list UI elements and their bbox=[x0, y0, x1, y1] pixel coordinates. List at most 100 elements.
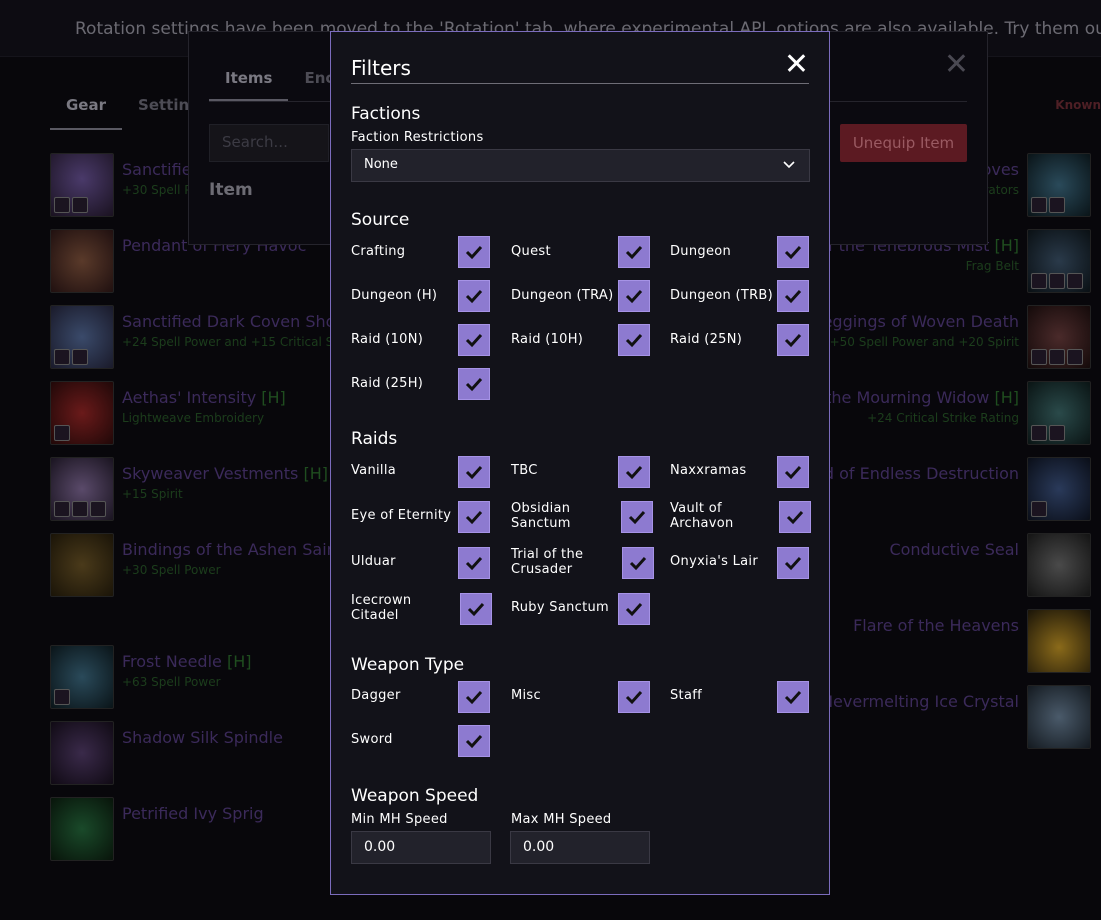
faction-restrictions-select[interactable]: None bbox=[351, 149, 810, 182]
item-name[interactable]: Shadow Silk Spindle bbox=[122, 728, 283, 747]
source-raid-25n[interactable]: Raid (25N) bbox=[670, 332, 742, 347]
gear-slot-chest[interactable]: Skyweaver Vestments [H] +15 Spirit bbox=[50, 457, 328, 521]
close-icon[interactable]: ✕ bbox=[784, 50, 809, 80]
source-dungeon-h-checkbox[interactable] bbox=[458, 280, 490, 312]
raid-icecrown-citadel[interactable]: Icecrown Citadel bbox=[351, 593, 436, 623]
item-name[interactable]: Leggings of Woven Death bbox=[814, 312, 1019, 331]
item-name[interactable]: Skyweaver Vestments [H] bbox=[122, 464, 328, 483]
checkbox-label: Obsidian Sanctum bbox=[511, 501, 571, 531]
source-raid-10h[interactable]: Raid (10H) bbox=[511, 332, 583, 347]
source-raid-25h[interactable]: Raid (25H) bbox=[351, 376, 423, 391]
source-raid-10n-checkbox[interactable] bbox=[458, 324, 490, 356]
gem-icon bbox=[72, 501, 88, 517]
raid-trial-of-the-crusader[interactable]: Trial of the Crusader bbox=[511, 547, 601, 577]
item-icon bbox=[1027, 457, 1091, 521]
source-dungeon-tra-checkbox[interactable] bbox=[618, 280, 650, 312]
raid-tbc-checkbox[interactable] bbox=[618, 456, 650, 488]
weapon-type-staff-checkbox[interactable] bbox=[777, 681, 809, 713]
raid-naxxramas[interactable]: Naxxramas bbox=[670, 463, 747, 478]
raid-tbc[interactable]: TBC bbox=[511, 463, 538, 478]
raid-obsidian-sanctum[interactable]: Obsidian Sanctum bbox=[511, 501, 601, 531]
item-icon bbox=[50, 797, 114, 861]
gem-icon bbox=[90, 501, 106, 517]
source-dungeon-trb-checkbox[interactable] bbox=[777, 280, 809, 312]
source-crafting-checkbox[interactable] bbox=[458, 236, 490, 268]
item-name[interactable]: Aethas' Intensity [H] bbox=[122, 388, 286, 407]
weapon-type-dagger-checkbox[interactable] bbox=[458, 681, 490, 713]
weapon-type-sword-checkbox[interactable] bbox=[458, 725, 490, 757]
item-name[interactable]: Bindings of the Ashen Saint bbox=[122, 540, 343, 559]
raid-vault-of-archavon-checkbox[interactable] bbox=[779, 501, 811, 533]
raid-ulduar-checkbox[interactable] bbox=[458, 547, 490, 579]
weapon-type-dagger[interactable]: Dagger bbox=[351, 688, 401, 703]
source-dungeon-h[interactable]: Dungeon (H) bbox=[351, 288, 437, 303]
weapon-type-staff[interactable]: Staff bbox=[670, 688, 702, 703]
checkbox-label: Staff bbox=[670, 688, 702, 703]
raid-vanilla-checkbox[interactable] bbox=[458, 456, 490, 488]
raid-obsidian-sanctum-checkbox[interactable] bbox=[621, 501, 653, 533]
gear-slot-trinket2[interactable]: Nevermelting Ice Crystal bbox=[821, 685, 1091, 749]
item-name[interactable]: Sanctified Dark Coven Shou bbox=[122, 312, 360, 331]
source-dungeon-trb[interactable]: Dungeon (TRB) bbox=[670, 288, 773, 303]
source-dungeon[interactable]: Dungeon bbox=[670, 244, 731, 259]
search-input[interactable]: Search... bbox=[209, 124, 329, 162]
checkbox-label: Quest bbox=[511, 244, 551, 259]
unequip-item-button[interactable]: Unequip Item bbox=[840, 124, 967, 162]
weapon-type-misc[interactable]: Misc bbox=[511, 688, 541, 703]
item-name[interactable]: Petrified Ivy Sprig bbox=[122, 804, 264, 823]
gear-slot-hands[interactable]: oves rators bbox=[982, 153, 1091, 217]
max-mh-speed-input[interactable]: 0.00 bbox=[510, 831, 650, 864]
weapon-type-sword[interactable]: Sword bbox=[351, 732, 393, 747]
item-name[interactable]: nd of Endless Destruction bbox=[814, 464, 1019, 483]
tab-items[interactable]: Items bbox=[209, 56, 289, 101]
gear-slot-legs[interactable]: Leggings of Woven Death +50 Spell Power a… bbox=[814, 305, 1091, 369]
source-dungeon-tra[interactable]: Dungeon (TRA) bbox=[511, 288, 613, 303]
gear-slot-mainhand[interactable]: Frost Needle [H] +63 Spell Power bbox=[50, 645, 251, 709]
item-name[interactable]: Flare of the Heavens bbox=[853, 616, 1019, 635]
item-name[interactable]: Frost Needle [H] bbox=[122, 652, 251, 671]
raid-eye-of-eternity-checkbox[interactable] bbox=[458, 501, 490, 533]
min-mh-speed-input[interactable]: 0.00 bbox=[351, 831, 491, 864]
item-enchant: +63 Spell Power bbox=[122, 675, 221, 689]
gear-slot-wrist[interactable]: Bindings of the Ashen Saint +30 Spell Pow… bbox=[50, 533, 343, 597]
raid-trial-of-the-crusader-checkbox[interactable] bbox=[622, 547, 654, 579]
raid-vanilla[interactable]: Vanilla bbox=[351, 463, 396, 478]
gear-slot-back[interactable]: Aethas' Intensity [H] Lightweave Embroide… bbox=[50, 381, 286, 445]
weapon-type-misc-checkbox[interactable] bbox=[618, 681, 650, 713]
item-name[interactable]: the Mourning Widow [H] bbox=[825, 388, 1019, 407]
source-quest-checkbox[interactable] bbox=[618, 236, 650, 268]
gear-slot-head[interactable]: Sanctified +30 Spell P bbox=[50, 153, 202, 217]
known-label[interactable]: Known bbox=[1055, 98, 1101, 112]
chevron-down-icon bbox=[783, 157, 795, 173]
gear-slot-finger1[interactable]: nd of Endless Destruction bbox=[814, 457, 1091, 521]
item-name[interactable]: Nevermelting Ice Crystal bbox=[821, 692, 1019, 711]
gear-slot-ranged[interactable]: Petrified Ivy Sprig bbox=[50, 797, 264, 861]
raid-vault-of-archavon[interactable]: Vault of Archavon bbox=[670, 501, 760, 531]
item-name[interactable]: Conductive Seal bbox=[889, 540, 1019, 559]
item-enchant: +50 Spell Power and +20 Spirit bbox=[829, 335, 1019, 349]
raid-icecrown-citadel-checkbox[interactable] bbox=[460, 593, 492, 625]
source-quest[interactable]: Quest bbox=[511, 244, 551, 259]
gem-icon bbox=[72, 349, 88, 365]
raid-naxxramas-checkbox[interactable] bbox=[777, 456, 809, 488]
source-raid-25h-checkbox[interactable] bbox=[458, 368, 490, 400]
source-raid-10h-checkbox[interactable] bbox=[618, 324, 650, 356]
raid-ruby-sanctum-checkbox[interactable] bbox=[618, 593, 650, 625]
tab-gear[interactable]: Gear bbox=[50, 84, 123, 130]
source-dungeon-checkbox[interactable] bbox=[777, 236, 809, 268]
close-icon[interactable]: ✕ bbox=[944, 50, 969, 80]
raid-onyxias-lair-checkbox[interactable] bbox=[777, 547, 809, 579]
source-raid-10n[interactable]: Raid (10N) bbox=[351, 332, 423, 347]
gear-slot-offhand[interactable]: Shadow Silk Spindle bbox=[50, 721, 283, 785]
gear-slot-trinket1[interactable]: Flare of the Heavens bbox=[853, 609, 1091, 673]
checkmark-icon bbox=[465, 556, 483, 571]
gear-slot-feet[interactable]: the Mourning Widow [H] +24 Critical Strik… bbox=[825, 381, 1091, 445]
raid-onyxias-lair[interactable]: Onyxia's Lair bbox=[670, 554, 758, 569]
gear-slot-shoulder[interactable]: Sanctified Dark Coven Shou +24 Spell Powe… bbox=[50, 305, 360, 369]
raid-eye-of-eternity[interactable]: Eye of Eternity bbox=[351, 508, 451, 523]
gear-slot-finger2[interactable]: Conductive Seal bbox=[889, 533, 1091, 597]
source-crafting[interactable]: Crafting bbox=[351, 244, 405, 259]
source-raid-25n-checkbox[interactable] bbox=[777, 324, 809, 356]
raid-ulduar[interactable]: Ulduar bbox=[351, 554, 396, 569]
raid-ruby-sanctum[interactable]: Ruby Sanctum bbox=[511, 600, 609, 615]
